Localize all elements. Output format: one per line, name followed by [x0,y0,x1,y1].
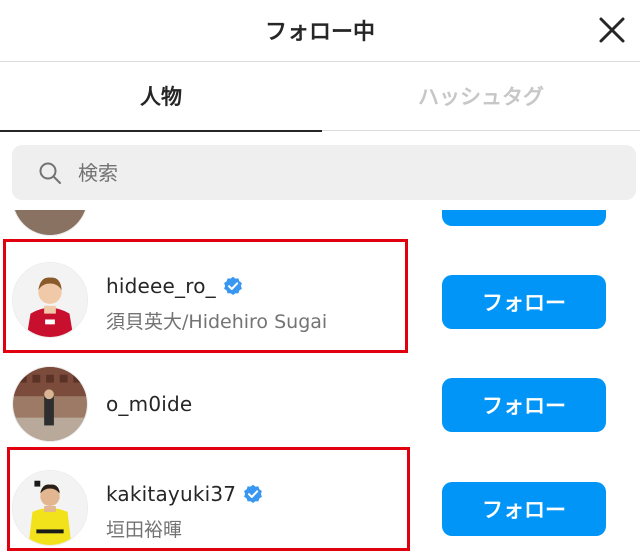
verified-badge-icon [244,484,263,503]
full-name: 須貝英大/Hidehiro Sugai [106,311,328,333]
search-bar[interactable] [12,145,636,200]
search-icon [39,162,61,184]
avatar[interactable] [12,210,88,236]
username[interactable]: hideee_ro_ [106,274,216,298]
close-icon[interactable] [596,14,628,46]
user-meta: hideee_ro_ 須貝英大/Hidehiro Sugai [106,271,327,334]
follow-button[interactable]: フォロー [442,378,606,432]
tab-bar: 人物 ハッシュタグ [0,63,640,132]
dialog-header: フォロー中 [0,0,640,62]
list-item[interactable]: hideee_ro_ 須貝英大/Hidehiro Sugai フォロー [0,250,640,350]
follow-button[interactable]: フォロー [442,210,606,226]
list-item[interactable]: フォロー [0,210,640,248]
search-input[interactable] [78,145,598,200]
tab-people[interactable]: 人物 [0,63,322,132]
user-meta: o_m0ide [106,389,192,419]
list-item[interactable]: kakitayuki37 垣田裕暉 フォロー [0,458,640,557]
tab-hashtags[interactable]: ハッシュタグ [322,63,640,131]
username[interactable]: kakitayuki37 [106,482,236,506]
follow-button[interactable]: フォロー [442,482,606,536]
follow-button[interactable]: フォロー [442,275,606,329]
user-meta: kakitayuki37 垣田裕暉 [106,479,263,542]
list-item[interactable]: o_m0ide フォロー [0,354,640,454]
avatar[interactable] [12,470,88,546]
avatar[interactable] [12,366,88,442]
username[interactable]: o_m0ide [106,392,192,416]
avatar[interactable] [12,262,88,338]
following-list: フォロー hideee_ro_ 須貝英大/Hidehiro Sugai [0,210,640,557]
page-title: フォロー中 [264,20,375,45]
verified-badge-icon [223,276,242,295]
full-name: 垣田裕暉 [106,519,183,541]
